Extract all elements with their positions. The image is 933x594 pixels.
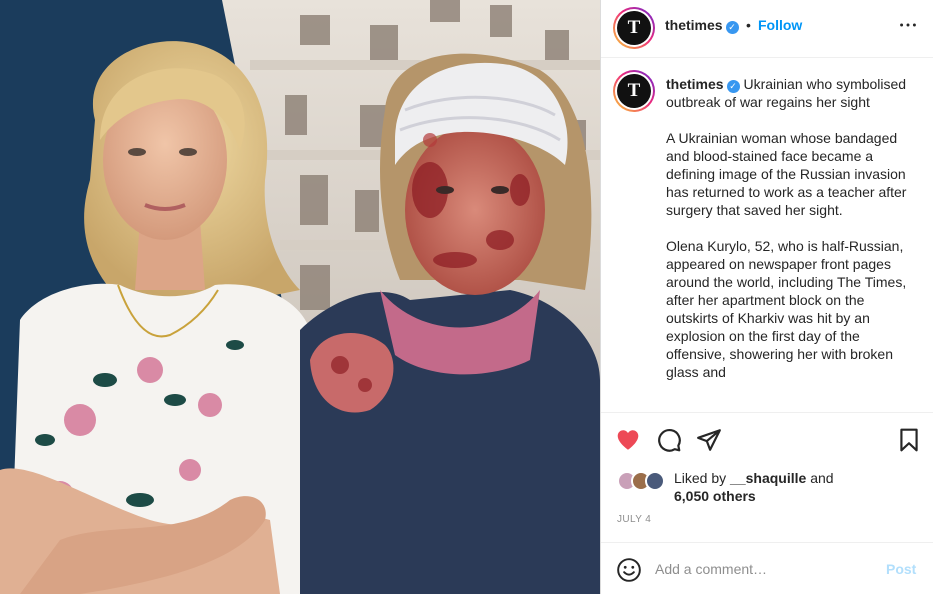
username-text: thetimes — [665, 17, 723, 33]
caption-scroll-area[interactable]: T thetimes ✓ Ukrainian who symbolised out… — [601, 59, 933, 412]
post-photo-illustration — [0, 0, 600, 594]
verified-badge-icon: ✓ — [726, 80, 740, 93]
action-bar: Liked by __shaquille and 6,050 others JU… — [601, 412, 933, 542]
avatar[interactable]: T — [613, 7, 655, 49]
bookmark-icon[interactable] — [896, 427, 922, 453]
username-link[interactable]: thetimes ✓ — [665, 17, 739, 34]
post-image[interactable] — [0, 0, 600, 594]
comment-bar: Post — [601, 542, 933, 594]
avatar-logo: T — [617, 11, 651, 45]
caption-avatar-logo: T — [617, 74, 651, 108]
caption-title-paragraph: thetimes ✓ Ukrainian who symbolised outbr… — [666, 75, 916, 111]
post-header: T thetimes ✓ • Follow — [601, 0, 933, 58]
caption-username[interactable]: thetimes — [666, 76, 724, 92]
avatar-inner: T — [615, 9, 653, 47]
follow-button[interactable]: Follow — [758, 17, 802, 33]
caption-paragraph: A Ukrainian woman whose bandaged and blo… — [666, 130, 907, 218]
verified-badge-icon: ✓ — [725, 21, 739, 34]
share-icon[interactable] — [696, 427, 722, 453]
comment-icon[interactable] — [656, 427, 682, 453]
more-horizontal-icon[interactable] — [897, 14, 919, 36]
comment-input[interactable] — [655, 558, 875, 580]
likes-conjunction: and — [810, 470, 834, 486]
likes-count[interactable]: 6,050 others — [674, 488, 756, 504]
caption-avatar-inner: T — [615, 72, 653, 110]
separator-dot: • — [746, 17, 751, 33]
likes-text: Liked by __shaquille and 6,050 others — [674, 469, 834, 505]
emoji-smile-icon[interactable] — [616, 557, 642, 583]
caption-text: thetimes ✓ Ukrainian who symbolised outbr… — [666, 75, 916, 399]
post-comment-button[interactable]: Post — [886, 561, 916, 577]
caption-avatar[interactable]: T — [613, 70, 655, 112]
liker-avatar[interactable] — [645, 471, 665, 491]
heart-filled-icon[interactable] — [615, 427, 641, 453]
post-date[interactable]: JULY 4 — [617, 514, 651, 525]
caption-paragraph: Olena Kurylo, 52, who is half-Russian, a… — [666, 238, 907, 380]
likes-prefix: Liked by — [674, 470, 727, 486]
likes-summary: Liked by __shaquille and 6,050 others — [617, 469, 917, 509]
liker-username[interactable]: __shaquille — [730, 470, 806, 486]
post-detail-pane: T thetimes ✓ • Follow T thetimes ✓ Ukraini… — [600, 0, 933, 594]
